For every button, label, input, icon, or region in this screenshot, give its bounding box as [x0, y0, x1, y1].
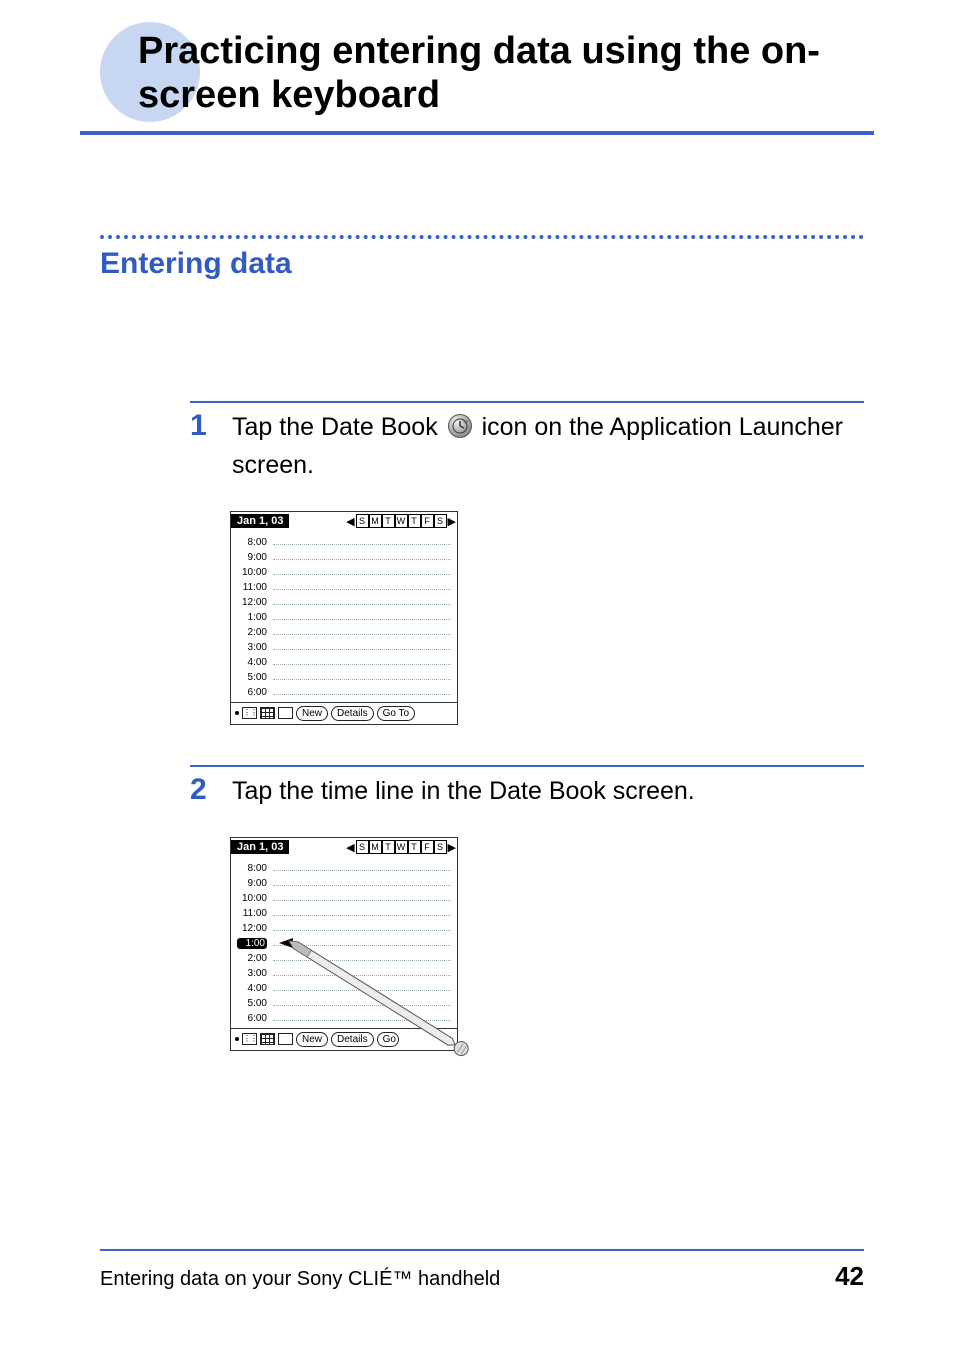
- details-button[interactable]: Details: [331, 706, 374, 721]
- step-rule: [190, 765, 864, 767]
- next-week-icon[interactable]: ▶: [447, 515, 457, 528]
- bullet-icon: [235, 711, 239, 715]
- new-button[interactable]: New: [296, 706, 328, 721]
- page-footer: Entering data on your Sony CLIÉ™ handhel…: [100, 1249, 864, 1292]
- day-s2[interactable]: S: [434, 514, 447, 528]
- step-body: Tap the Date Book: [232, 411, 864, 483]
- datebook-footer: New Details Go To: [231, 702, 457, 724]
- time-slot-selected[interactable]: 1:00: [237, 936, 451, 951]
- time-slot[interactable]: 5:00: [237, 670, 451, 685]
- day-t1[interactable]: T: [382, 514, 395, 528]
- day-t2[interactable]: T: [408, 514, 421, 528]
- day-f[interactable]: F: [421, 514, 434, 528]
- selected-time-label: 1:00: [237, 938, 267, 949]
- time-slot[interactable]: 4:00: [237, 655, 451, 670]
- new-button[interactable]: New: [296, 1032, 328, 1047]
- step-1: 1 Tap the Date Book: [190, 411, 864, 483]
- datebook-icon: [447, 413, 473, 449]
- datebook-screenshot-1: Jan 1, 03 ◀ S M T W T F S ▶ 8:00 9:00 10…: [230, 511, 458, 725]
- prev-week-icon[interactable]: ◀: [345, 515, 355, 528]
- time-slot[interactable]: 3:00: [237, 640, 451, 655]
- month-view-icon[interactable]: [260, 1033, 275, 1045]
- day-s2[interactable]: S: [434, 840, 447, 854]
- step-body: Tap the time line in the Date Book scree…: [232, 775, 864, 809]
- day-w[interactable]: W: [395, 840, 408, 854]
- time-slot[interactable]: 10:00: [237, 891, 451, 906]
- list-view-icon[interactable]: [242, 1033, 257, 1045]
- month-view-icon[interactable]: [260, 707, 275, 719]
- goto-button[interactable]: Go To: [377, 706, 416, 721]
- datebook-body: 8:00 9:00 10:00 11:00 12:00 1:00 2:00 3:…: [231, 531, 457, 702]
- time-slot[interactable]: 6:00: [237, 685, 451, 700]
- step-rule: [190, 401, 864, 403]
- time-slot[interactable]: 9:00: [237, 550, 451, 565]
- time-slot[interactable]: 5:00: [237, 996, 451, 1011]
- datebook-week-nav: ◀ S M T W T F S ▶: [345, 840, 457, 854]
- time-slot[interactable]: 11:00: [237, 580, 451, 595]
- time-slot[interactable]: 6:00: [237, 1011, 451, 1026]
- page-title: Practicing entering data using the on-sc…: [120, 30, 864, 117]
- view-icon[interactable]: [278, 707, 293, 719]
- time-slot[interactable]: 12:00: [237, 921, 451, 936]
- time-slot[interactable]: 10:00: [237, 565, 451, 580]
- day-w[interactable]: W: [395, 514, 408, 528]
- bullet-icon: [235, 1037, 239, 1041]
- datebook-titlebar: Jan 1, 03 ◀ S M T W T F S ▶: [231, 838, 457, 857]
- footer-rule: [100, 1249, 864, 1251]
- view-icon[interactable]: [278, 1033, 293, 1045]
- time-slot[interactable]: 4:00: [237, 981, 451, 996]
- datebook-date-label: Jan 1, 03: [231, 514, 289, 528]
- time-slot[interactable]: 8:00: [237, 861, 451, 876]
- day-t1[interactable]: T: [382, 840, 395, 854]
- day-s1[interactable]: S: [356, 514, 369, 528]
- details-button[interactable]: Details: [331, 1032, 374, 1047]
- step-text-a: Tap the Date Book: [232, 413, 445, 441]
- time-slot[interactable]: 8:00: [237, 535, 451, 550]
- time-slot[interactable]: 2:00: [237, 951, 451, 966]
- step-number: 2: [190, 775, 214, 809]
- day-m[interactable]: M: [369, 514, 382, 528]
- datebook-footer: New Details Go: [231, 1028, 457, 1050]
- day-s1[interactable]: S: [356, 840, 369, 854]
- title-rule: [80, 131, 874, 135]
- footer-text: Entering data on your Sony CLIÉ™ handhel…: [100, 1268, 500, 1291]
- page-number: 42: [835, 1261, 864, 1292]
- step-2: 2 Tap the time line in the Date Book scr…: [190, 775, 864, 809]
- next-week-icon[interactable]: ▶: [447, 841, 457, 854]
- time-slot[interactable]: 11:00: [237, 906, 451, 921]
- time-slot[interactable]: 3:00: [237, 966, 451, 981]
- time-slot[interactable]: 12:00: [237, 595, 451, 610]
- datebook-screenshot-2: Jan 1, 03 ◀ S M T W T F S ▶ 8:00 9:00 10…: [230, 837, 458, 1051]
- day-f[interactable]: F: [421, 840, 434, 854]
- datebook-week-nav: ◀ S M T W T F S ▶: [345, 514, 457, 528]
- step-number: 1: [190, 411, 214, 483]
- day-m[interactable]: M: [369, 840, 382, 854]
- datebook-body: 8:00 9:00 10:00 11:00 12:00 1:00 2:00 3:…: [231, 857, 457, 1028]
- datebook-date-label: Jan 1, 03: [231, 840, 289, 854]
- time-slot[interactable]: 2:00: [237, 625, 451, 640]
- prev-week-icon[interactable]: ◀: [345, 841, 355, 854]
- day-t2[interactable]: T: [408, 840, 421, 854]
- time-slot[interactable]: 9:00: [237, 876, 451, 891]
- time-slot[interactable]: 1:00: [237, 610, 451, 625]
- goto-button-truncated[interactable]: Go: [377, 1032, 399, 1047]
- datebook-titlebar: Jan 1, 03 ◀ S M T W T F S ▶: [231, 512, 457, 531]
- subtitle-dotted-rule: [100, 235, 864, 239]
- section-subtitle: Entering data: [100, 247, 864, 281]
- list-view-icon[interactable]: [242, 707, 257, 719]
